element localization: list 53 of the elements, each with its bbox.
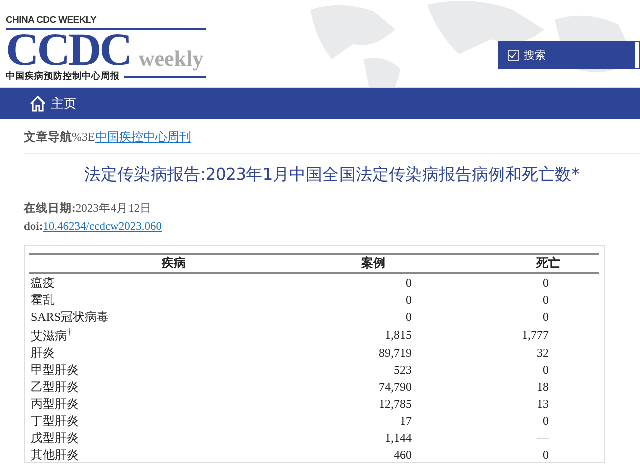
table-cell-text: — xyxy=(536,430,550,446)
table-cell-text: 89,719 xyxy=(378,344,413,361)
table-cell-text: SARS冠状病毒 xyxy=(30,308,110,325)
search-field[interactable] xyxy=(634,41,640,69)
table-cell-text: 12,785 xyxy=(378,396,413,412)
table-cell-text: 0 xyxy=(405,292,413,308)
search-button[interactable]: 搜索 xyxy=(498,41,634,69)
table-cell-text: 0 xyxy=(542,292,550,308)
doi-label: doi: xyxy=(24,221,44,233)
logo-mark: CCDC xyxy=(6,30,131,70)
table-cell-text: 0 xyxy=(542,412,550,429)
table-cell-text: 霍乱 xyxy=(30,292,56,308)
table-cell-text: 戊型肝炎 xyxy=(30,430,80,446)
table-cell-text: 0 xyxy=(542,362,550,378)
column-header: 案例 xyxy=(319,254,468,273)
table-cell: 瘟疫 xyxy=(29,273,319,291)
logo-subtitle: 中国疾病预防控制中心周报 xyxy=(6,70,120,83)
table-cell-text: 32 xyxy=(536,344,550,361)
table-cell: 0 xyxy=(319,273,468,291)
table-cell-text: 1,777 xyxy=(521,326,550,344)
doi-link[interactable]: 10.46234/ccdcw2023.060 xyxy=(43,221,162,233)
home-icon xyxy=(29,94,47,112)
table-cell-text: 丙型肝炎 xyxy=(30,396,80,412)
table-cell-text: 0 xyxy=(405,308,413,325)
table-cell-text: 523 xyxy=(393,362,413,378)
breadcrumb-label: 文章导航 xyxy=(24,130,72,144)
breadcrumb-link[interactable]: 中国疾控中心周刊 xyxy=(95,130,192,144)
table-cell-text: 0 xyxy=(542,446,550,462)
table-cell-text: 13 xyxy=(536,396,550,412)
table-cell-text: 460 xyxy=(393,446,413,462)
table-cell-text: 18 xyxy=(536,378,550,395)
table-cell-text: 1,815 xyxy=(384,326,413,344)
table-cell-text: 0 xyxy=(542,308,550,325)
column-header: 疾病 xyxy=(29,254,319,273)
table-cell-text: 艾滋病$^{†}$ xyxy=(30,326,73,344)
table-cell-text: 其他肝炎 xyxy=(30,446,80,462)
home-link[interactable]: 主页 xyxy=(29,94,77,112)
table-cell-text: 74,790 xyxy=(378,378,413,395)
logo-text: weekly xyxy=(138,48,204,70)
date-text: 2023年4月12日 xyxy=(76,203,152,215)
table-cell-text: 1,144 xyxy=(384,430,413,446)
breadcrumb-separator: %3E xyxy=(72,130,96,144)
article-title: 法定传染病报告:2023年1月中国全国法定传染病报告病例和死亡数* xyxy=(83,164,581,186)
table-cell-text: 丁型肝炎 xyxy=(30,412,80,429)
table-cell-text: 肝炎 xyxy=(30,344,56,361)
date-label: 在线日期: xyxy=(24,203,76,215)
column-header: 死亡 xyxy=(468,254,599,273)
table-cell-text: 乙型肝炎 xyxy=(30,378,80,395)
table-cell-text: 17 xyxy=(399,412,413,429)
journal-name: CHINA CDC WEEKLY xyxy=(6,15,206,30)
table-cell-text: 甲型肝炎 xyxy=(30,362,80,378)
table-cell: 0 xyxy=(468,273,599,291)
checkbox-icon[interactable] xyxy=(508,50,519,60)
